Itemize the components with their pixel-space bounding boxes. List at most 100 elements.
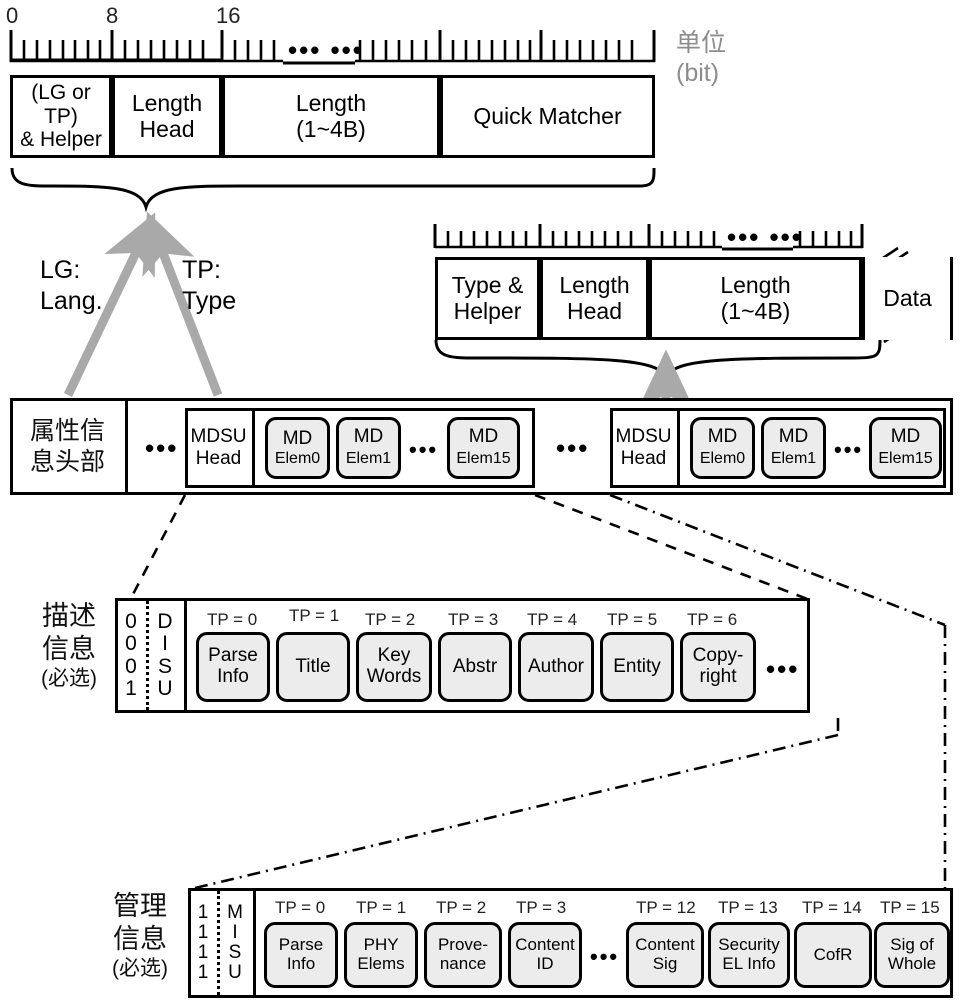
brace-top xyxy=(10,167,656,213)
mdsu-unit-1-element-0-line2: Elem0 xyxy=(699,450,746,467)
mgmt-item-6-line1: CofR xyxy=(813,944,853,964)
mgmt-item-1[interactable]: PHY Elems xyxy=(344,922,418,988)
desc-item-1-line1: Title xyxy=(295,655,331,677)
diagram-canvas: 0 8 16 ••• ••• 单位 (bit) (LG or TP) & Hel… xyxy=(0,0,963,1000)
desc-item-0-line2: Info xyxy=(217,666,249,687)
desc-unit-code-0: D xyxy=(157,610,173,634)
attribute-info-head[interactable]: 属性信 息头部 xyxy=(10,398,128,495)
desc-item-2[interactable]: Key Words xyxy=(356,632,432,702)
mgmt-item-7-line2: Whole xyxy=(887,954,937,973)
mgmt-tp-label-7: TP = 15 xyxy=(880,898,940,917)
desc-tp-label-3: TP = 3 xyxy=(448,610,499,629)
attribute-row-ellipsis-0: ••• xyxy=(145,433,179,463)
desc-tp-label-6: TP = 6 xyxy=(687,610,738,629)
mgmt-item-3-line2: ID xyxy=(536,954,554,973)
mdsu-unit-1-element-0[interactable]: MD Elem0 xyxy=(690,417,755,479)
mgmt-item-7[interactable]: Sig of Whole xyxy=(874,922,950,988)
desc-bit-3: 1 xyxy=(125,676,137,700)
desc-item-3-line1: Abstr xyxy=(452,655,498,677)
mdsu-unit-1-head[interactable]: MDSU Head xyxy=(610,408,680,488)
mdsu-unit-0-head[interactable]: MDSU Head xyxy=(185,408,255,488)
header-top-field-1[interactable]: Length Head xyxy=(112,75,222,158)
desc-section-caption: 描述 信息 (必选) xyxy=(24,600,114,691)
mdsu-unit-0-element-1-line2: Elem1 xyxy=(345,450,392,467)
header-mid-field-1-line1: Length xyxy=(559,271,630,298)
header-mid-field-3[interactable]: Data xyxy=(862,257,953,340)
mdsu-unit-0-element-0[interactable]: MD Elem0 xyxy=(265,417,330,479)
mdsu-unit-0-element-2-line2: Elem15 xyxy=(456,450,511,467)
desc-bit-1: 0 xyxy=(125,632,137,656)
header-mid-field-0-line2: Helper xyxy=(453,297,522,324)
header-top-field-1-line2: Head xyxy=(139,115,195,142)
mgmt-unit-code-column: M I S U xyxy=(221,891,249,995)
header-mid-field-0-line1: Type & xyxy=(451,271,524,298)
desc-item-3[interactable]: Abstr xyxy=(438,632,512,702)
mgmt-section-ellipsis: ••• xyxy=(590,944,620,969)
mdsu-unit-1-element-1[interactable]: MD Elem1 xyxy=(761,417,826,479)
mgmt-tp-label-0: TP = 0 xyxy=(275,898,326,917)
mgmt-item-4-line1: Content xyxy=(635,935,695,955)
mgmt-item-2[interactable]: Prove- nance xyxy=(424,922,502,988)
desc-item-0[interactable]: Parse Info xyxy=(196,632,270,702)
mgmt-bit-3: 1 xyxy=(197,961,209,983)
header-mid-field-0[interactable]: Type & Helper xyxy=(435,257,540,340)
arrow-label-tp: TP: Type xyxy=(182,255,236,318)
desc-bit-0: 0 xyxy=(125,610,137,634)
mgmt-unit-code-0: M xyxy=(227,902,243,924)
header-mid-field-1[interactable]: Length Head xyxy=(540,257,649,340)
desc-item-0-line1: Parse xyxy=(208,645,258,667)
mgmt-item-2-line1: Prove- xyxy=(437,935,489,955)
mgmt-item-0[interactable]: Parse Info xyxy=(264,922,338,988)
mdsu-unit-0-element-2-line1: MD xyxy=(468,426,499,448)
header-top-field-2-line2: (1~4B) xyxy=(296,115,366,142)
mgmt-tp-label-6: TP = 14 xyxy=(802,898,862,917)
header-mid-field-2[interactable]: Length (1~4B) xyxy=(649,257,862,340)
mgmt-item-5[interactable]: Security EL Info xyxy=(708,922,790,988)
mgmt-header-divider xyxy=(253,888,256,998)
arrow-label-lg: LG: Lang. xyxy=(40,255,103,318)
header-top-field-0[interactable]: (LG or TP) & Helper xyxy=(10,75,112,158)
mgmt-tp-label-1: TP = 1 xyxy=(356,898,407,917)
desc-unit-code-2: S xyxy=(157,654,172,678)
mgmt-item-1-line2: Elems xyxy=(357,954,405,973)
mdsu-unit-1-head-line2: Head xyxy=(620,448,667,469)
header-top-field-0-line2: & Helper xyxy=(20,128,102,152)
mdsu-unit-0-element-1-line1: MD xyxy=(353,426,384,448)
mgmt-caption-line2: 信息 xyxy=(113,923,167,954)
mdsu-unit-1-ellipsis: ••• xyxy=(834,437,864,462)
header-top-field-3[interactable]: Quick Matcher xyxy=(440,75,655,158)
desc-item-1[interactable]: Title xyxy=(276,632,350,702)
mgmt-item-5-line2: EL Info xyxy=(722,954,776,973)
desc-section-ellipsis: ••• xyxy=(766,654,800,684)
arrow-label-tp-line1: TP: xyxy=(182,256,221,284)
attribute-row-ellipsis-1: ••• xyxy=(556,433,590,463)
mdsu-unit-0-element-1[interactable]: MD Elem1 xyxy=(336,417,401,479)
header-top-field-1-line1: Length xyxy=(131,89,203,116)
mgmt-item-3[interactable]: Content ID xyxy=(508,922,582,988)
mdsu-unit-1-element-2[interactable]: MD Elem15 xyxy=(869,417,942,479)
mgmt-item-4[interactable]: Content Sig xyxy=(626,922,704,988)
mdsu-unit-0-element-2[interactable]: MD Elem15 xyxy=(447,417,520,479)
mgmt-section-caption: 管理 信息 (必选) xyxy=(95,890,185,981)
desc-item-4[interactable]: Author xyxy=(518,632,594,702)
header-top-field-3-line1: Quick Matcher xyxy=(473,102,622,129)
mdsu-unit-0-head-line2: Head xyxy=(195,448,242,469)
arrow-label-tp-line2: Type xyxy=(182,287,237,316)
unit-label: 单位 (bit) xyxy=(676,28,726,88)
mdsu-unit-1-element-1-line2: Elem1 xyxy=(770,450,817,467)
mdsu-unit-0-element-0-line1: MD xyxy=(282,427,313,449)
mgmt-item-1-line1: PHY xyxy=(363,935,399,955)
desc-item-6[interactable]: Copy- right xyxy=(680,632,756,702)
desc-item-6-line2: right xyxy=(699,666,737,687)
mgmt-item-5-line1: Security xyxy=(718,935,780,955)
mgmt-bits-divider xyxy=(217,891,220,995)
desc-bits-divider xyxy=(146,601,149,710)
header-mid-field-3-line1: Data xyxy=(883,284,932,311)
mgmt-item-6[interactable]: CofR xyxy=(794,922,872,988)
header-top-field-2[interactable]: Length (1~4B) xyxy=(222,75,440,158)
desc-item-5[interactable]: Entity xyxy=(600,632,674,702)
connector-dashed xyxy=(128,493,811,602)
desc-tp-label-5: TP = 5 xyxy=(607,610,658,629)
mgmt-item-7-line1: Sig of xyxy=(890,935,934,955)
mgmt-tp-label-5: TP = 13 xyxy=(718,898,778,917)
